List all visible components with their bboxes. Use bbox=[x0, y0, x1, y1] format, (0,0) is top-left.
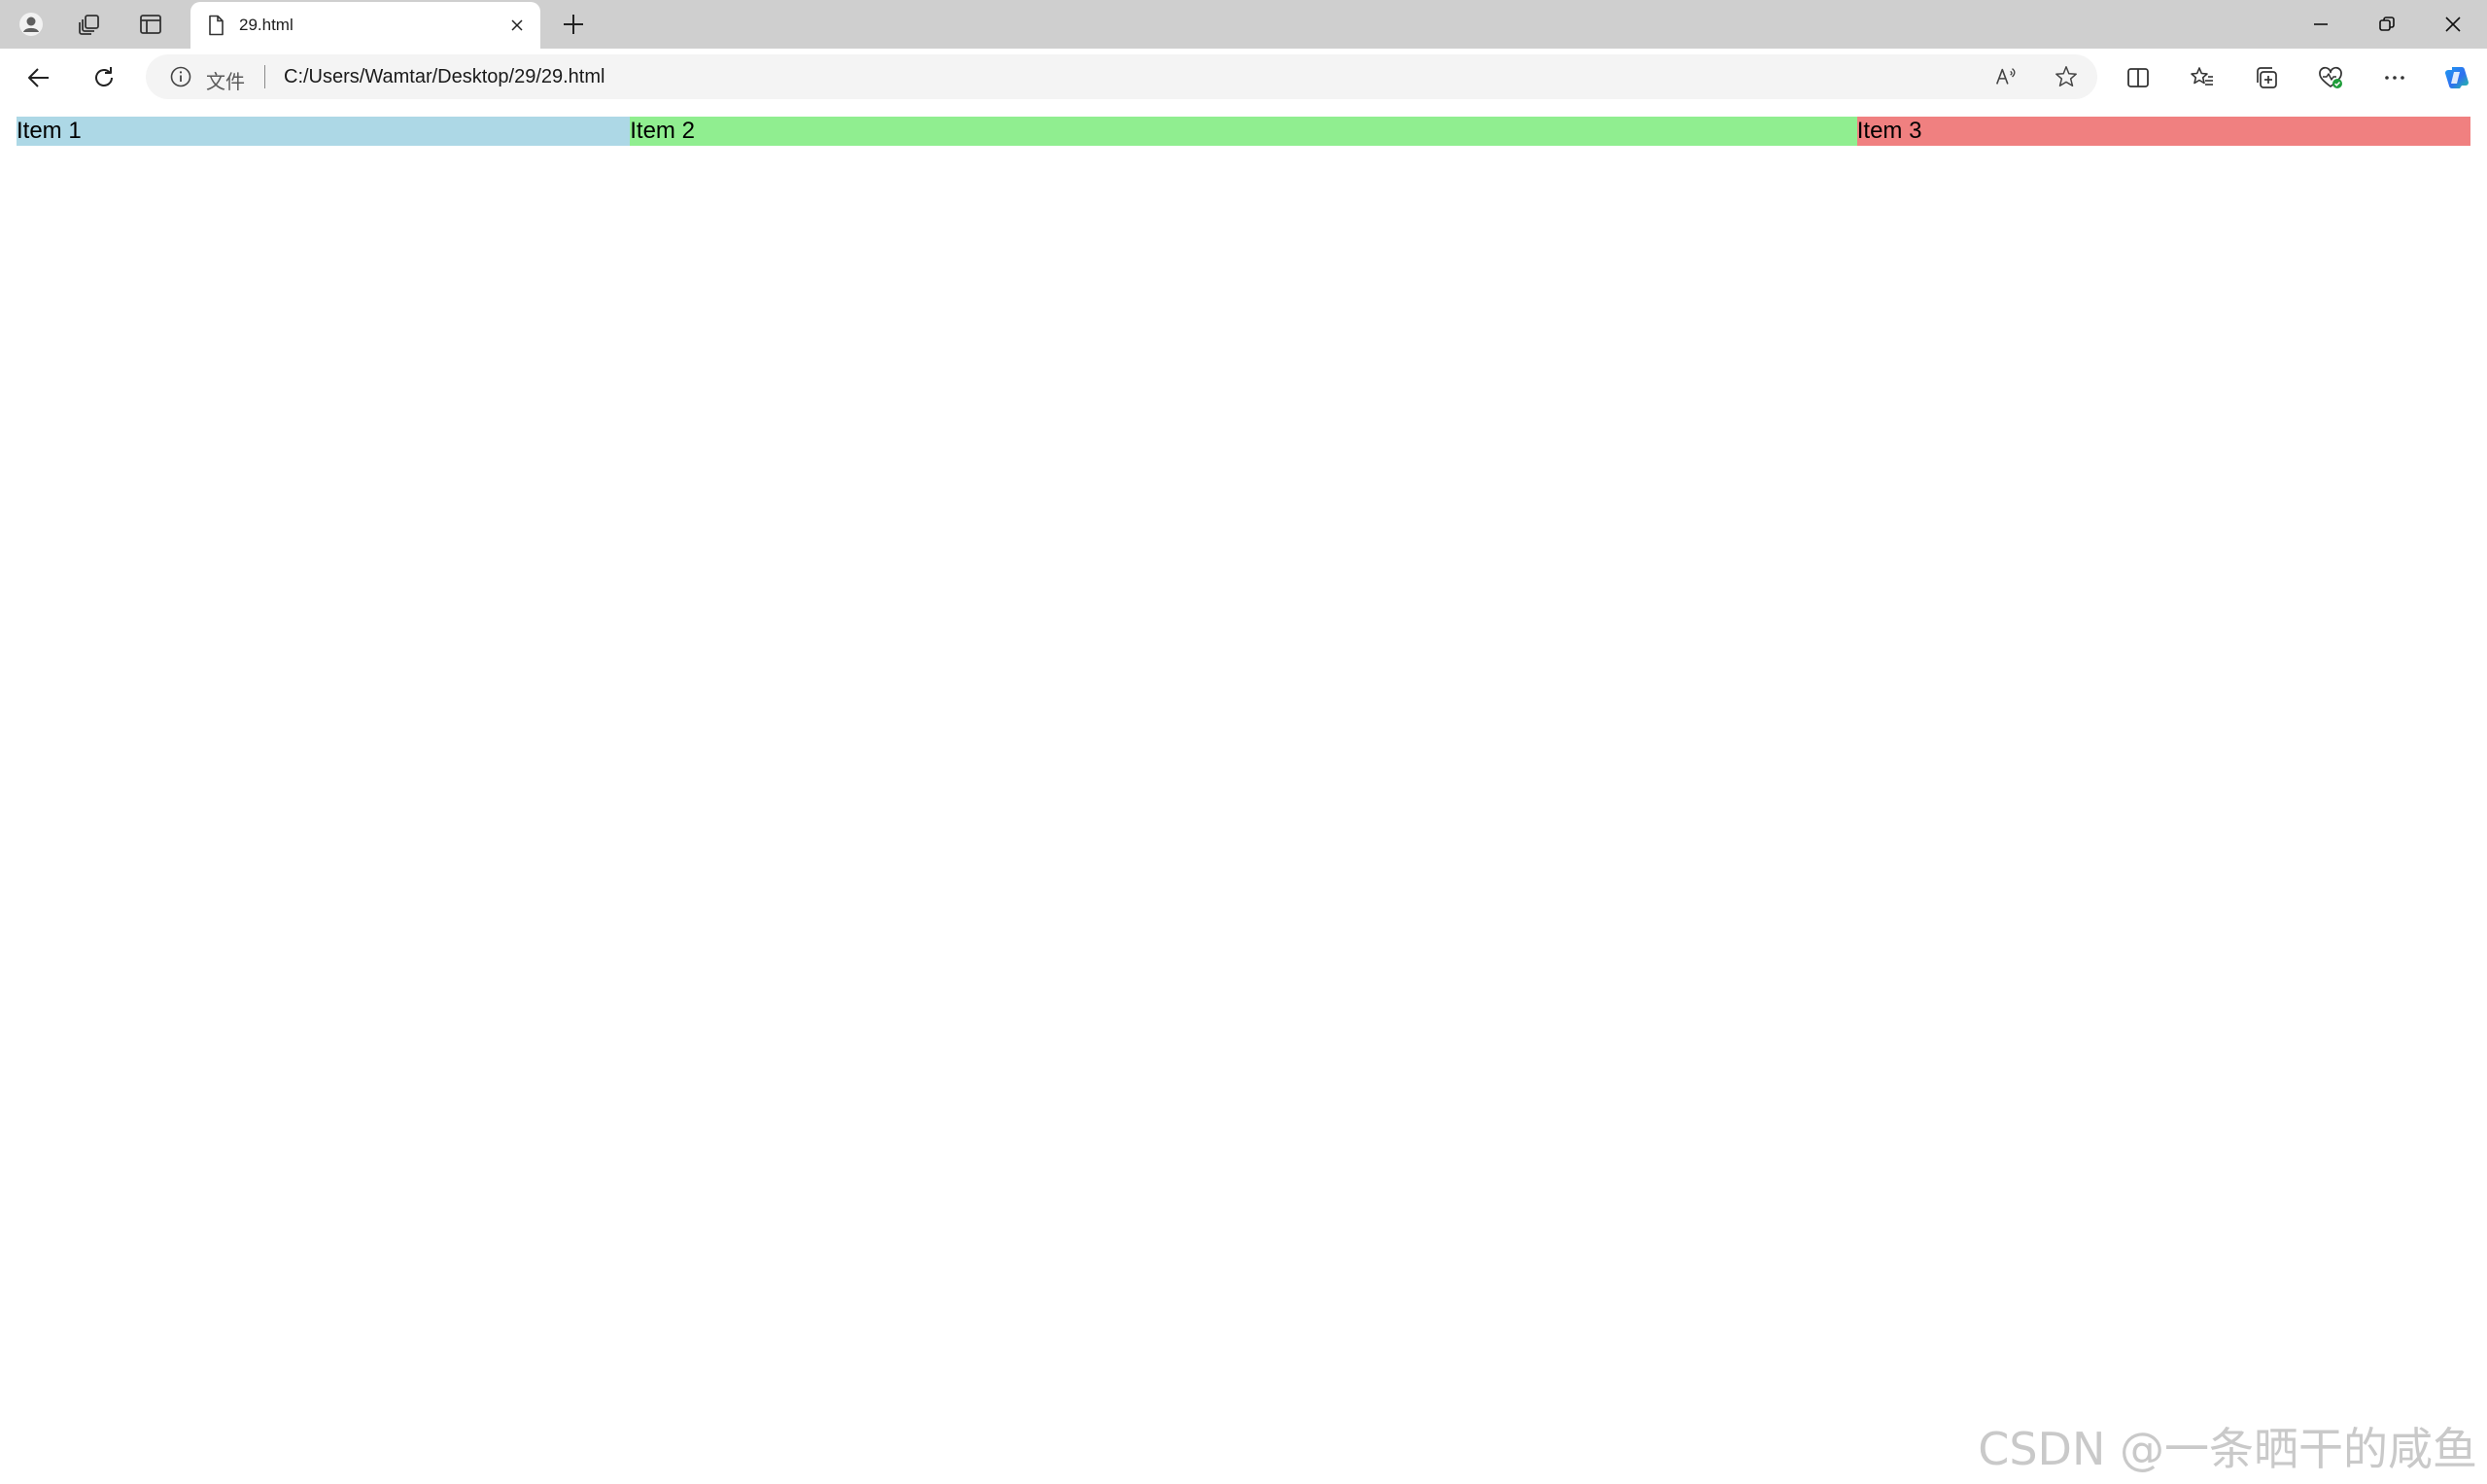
page-viewport: Item 1 Item 2 Item 3 CSDN @一条晒干的咸鱼 bbox=[4, 105, 2483, 1480]
workspaces-button[interactable] bbox=[72, 7, 107, 42]
profile-icon bbox=[19, 13, 43, 36]
collections-button[interactable] bbox=[2247, 58, 2286, 97]
restore-icon bbox=[2379, 17, 2395, 31]
split-screen-button[interactable] bbox=[2119, 58, 2158, 97]
workspaces-icon bbox=[79, 15, 99, 35]
split-screen-icon bbox=[2127, 68, 2149, 87]
document-icon bbox=[209, 15, 224, 36]
collections-icon bbox=[2257, 67, 2277, 88]
read-aloud-icon bbox=[1995, 68, 2016, 85]
close-icon bbox=[2445, 17, 2461, 32]
refresh-icon bbox=[95, 67, 113, 86]
more-button[interactable] bbox=[2375, 58, 2414, 97]
refresh-button[interactable] bbox=[85, 58, 123, 97]
copilot-button[interactable] bbox=[2437, 58, 2476, 97]
tab-strip: 29.html bbox=[0, 0, 2487, 49]
address-separator bbox=[264, 65, 265, 88]
back-button[interactable] bbox=[19, 58, 58, 97]
arrow-left-icon bbox=[28, 68, 49, 87]
minimize-icon bbox=[2314, 23, 2328, 25]
more-icon bbox=[2385, 76, 2404, 80]
window-close-button[interactable] bbox=[2420, 0, 2486, 49]
address-bar[interactable]: 文件 C:/Users/Wamtar/Desktop/29/29.html bbox=[146, 54, 2097, 99]
tab-active[interactable]: 29.html bbox=[190, 2, 540, 49]
address-url[interactable]: C:/Users/Wamtar/Desktop/29/29.html bbox=[284, 66, 604, 88]
heart-pulse-icon bbox=[2319, 66, 2342, 88]
watermark: CSDN @一条晒干的咸鱼 bbox=[1978, 1423, 2477, 1475]
address-scheme-label: 文件 bbox=[206, 72, 245, 93]
vertical-tabs-icon bbox=[140, 15, 161, 34]
close-icon bbox=[511, 19, 523, 31]
browser-window: 29.html 文件 C:/Users/Wamtar/Desktop/29/29… bbox=[0, 0, 2487, 1484]
restore-button[interactable] bbox=[2354, 0, 2420, 49]
star-icon bbox=[2055, 66, 2077, 87]
flex-container: Item 1 Item 2 Item 3 bbox=[17, 117, 2470, 146]
profile-button[interactable] bbox=[14, 7, 49, 42]
tab-title: 29.html bbox=[239, 16, 294, 34]
flex-item-1: Item 1 bbox=[17, 117, 631, 146]
tab-close-button[interactable] bbox=[505, 14, 529, 37]
flex-item-2: Item 2 bbox=[630, 117, 1857, 146]
new-tab-button[interactable] bbox=[556, 7, 591, 42]
vertical-tabs-button[interactable] bbox=[133, 7, 168, 42]
info-icon[interactable] bbox=[169, 65, 192, 88]
minimize-button[interactable] bbox=[2288, 0, 2354, 49]
flex-item-3: Item 3 bbox=[1856, 117, 2470, 146]
favorites-button[interactable] bbox=[2183, 58, 2222, 97]
browser-essentials-button[interactable] bbox=[2311, 58, 2350, 97]
copilot-icon bbox=[2445, 67, 2469, 88]
favorite-button[interactable] bbox=[2053, 63, 2080, 90]
favorites-icon bbox=[2191, 67, 2213, 86]
navigation-toolbar: 文件 C:/Users/Wamtar/Desktop/29/29.html bbox=[0, 49, 2487, 105]
plus-icon bbox=[564, 15, 583, 34]
read-aloud-button[interactable] bbox=[1992, 63, 2020, 90]
